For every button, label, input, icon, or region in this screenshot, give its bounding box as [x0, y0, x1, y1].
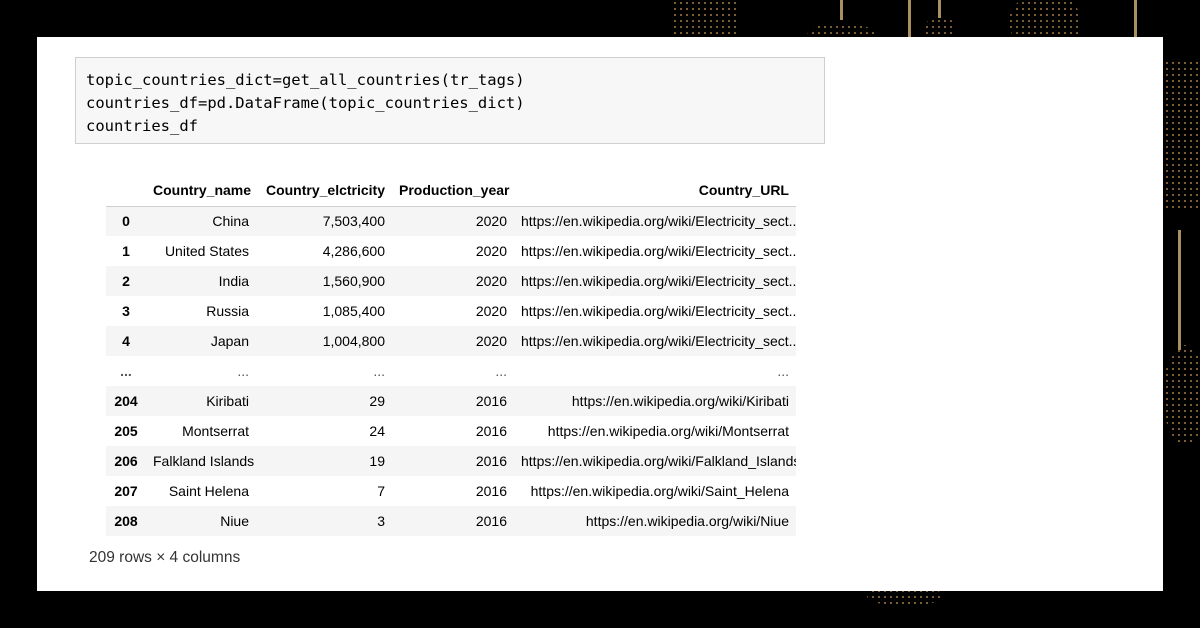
cell-country-electricity: 1,085,400	[322, 303, 385, 319]
cell-country-name: Saint Helena	[168, 483, 249, 499]
cell-production-year: 2016	[475, 483, 507, 499]
table-row: 204 Kiribati 29 2016 https://en.wikipedi…	[106, 386, 796, 416]
cell-country-electricity: 19	[369, 453, 385, 469]
cell-country-name: Niue	[220, 513, 249, 529]
cell-country-url: https://en.wikipedia.org/wiki/Falkland_I…	[521, 453, 796, 469]
cell-country-url: https://en.wikipedia.org/wiki/Kiribati	[571, 393, 789, 409]
cell-country-electricity: 7,503,400	[322, 213, 385, 230]
cell-country-electricity: ...	[373, 363, 385, 379]
cell-country-name: Montserrat	[182, 423, 249, 439]
cell-country-electricity: 29	[369, 393, 385, 409]
cell-production-year: 2020	[475, 243, 507, 259]
table-row: 208 Niue 3 2016 https://en.wikipedia.org…	[106, 506, 796, 536]
cell-production-year: 2020	[475, 303, 507, 319]
cell-country-electricity: 4,286,600	[322, 243, 385, 259]
cell-country-url: https://en.wikipedia.org/wiki/Montserrat	[547, 423, 789, 439]
table-row: 206 Falkland Islands 19 2016 https://en.…	[106, 446, 796, 476]
cell-country-electricity: 1,004,800	[322, 333, 385, 349]
cell-country-electricity: 3	[377, 513, 385, 529]
row-index: 205	[114, 423, 138, 439]
column-header-production-year: Production_year	[392, 174, 514, 207]
code-line: topic_countries_dict=get_all_countries(t…	[86, 71, 525, 89]
cell-country-name: Falkland Islands	[153, 453, 255, 469]
cell-production-year: 2016	[475, 453, 507, 469]
cell-production-year: 2016	[475, 423, 507, 439]
cell-country-electricity: 24	[369, 423, 385, 439]
column-header-country-electricity: Country_elctricity	[256, 174, 392, 207]
index-header	[106, 174, 146, 207]
cell-country-electricity: 7	[377, 483, 385, 499]
row-index: 4	[122, 333, 130, 349]
cell-country-name: Kiribati	[206, 393, 249, 409]
cell-country-name: China	[212, 213, 249, 230]
table-row: 205 Montserrat 24 2016 https://en.wikipe…	[106, 416, 796, 446]
row-index: 0	[122, 213, 130, 230]
table-row: 3 Russia 1,085,400 2020 https://en.wikip…	[106, 296, 796, 326]
cell-country-name: United States	[164, 243, 249, 259]
row-index: ...	[120, 363, 132, 379]
cell-country-url: https://en.wikipedia.org/wiki/Niue	[585, 513, 789, 529]
cell-production-year: 2016	[475, 393, 507, 409]
row-index: 207	[114, 483, 138, 499]
table-row: 207 Saint Helena 7 2016 https://en.wikip…	[106, 476, 796, 506]
cell-country-url: https://en.wikipedia.org/wiki/Electricit…	[521, 303, 796, 319]
table-header-row: Country_name Country_elctricity Producti…	[106, 174, 796, 207]
row-index: 1	[122, 243, 130, 259]
code-line: countries_df=pd.DataFrame(topic_countrie…	[86, 94, 525, 112]
row-index: 3	[122, 303, 130, 319]
cell-production-year: ...	[495, 363, 507, 379]
table-row: 0 China 7,503,400 2020 https://en.wikipe…	[106, 206, 796, 236]
cell-country-url: https://en.wikipedia.org/wiki/Electricit…	[521, 333, 796, 349]
cell-production-year: 2020	[475, 333, 507, 349]
column-header-country-url: Country_URL	[514, 174, 796, 207]
cell-country-name: Japan	[210, 333, 249, 349]
row-index: 208	[114, 513, 138, 529]
cell-country-name: Russia	[206, 303, 249, 319]
code-cell[interactable]: topic_countries_dict=get_all_countries(t…	[75, 57, 825, 144]
row-index: 204	[114, 393, 138, 409]
cell-country-url: https://en.wikipedia.org/wiki/Electricit…	[521, 273, 796, 289]
table-row: 2 India 1,560,900 2020 https://en.wikipe…	[106, 266, 796, 296]
notebook-panel: topic_countries_dict=get_all_countries(t…	[37, 37, 1163, 591]
cell-production-year: 2020	[475, 273, 507, 289]
row-index: 206	[114, 453, 138, 469]
cell-country-url: https://en.wikipedia.org/wiki/Electricit…	[521, 213, 796, 230]
row-index: 2	[122, 273, 130, 289]
cell-country-name: India	[218, 273, 249, 289]
code-line: countries_df	[86, 117, 198, 135]
cell-production-year: 2020	[475, 213, 507, 230]
cell-country-url: ...	[777, 363, 789, 379]
column-header-country-name: Country_name	[146, 174, 256, 207]
cell-production-year: 2016	[475, 513, 507, 529]
cell-country-name: ...	[237, 363, 249, 379]
cell-country-url: https://en.wikipedia.org/wiki/Electricit…	[521, 243, 796, 259]
table-row: 4 Japan 1,004,800 2020 https://en.wikipe…	[106, 326, 796, 356]
cell-country-url: https://en.wikipedia.org/wiki/Saint_Hele…	[530, 483, 789, 499]
table-row: 1 United States 4,286,600 2020 https://e…	[106, 236, 796, 266]
dataframe-output-table: Country_name Country_elctricity Producti…	[106, 174, 796, 536]
table-row-ellipsis: ... ... ... ... ...	[106, 356, 796, 386]
cell-country-electricity: 1,560,900	[322, 273, 385, 289]
dataframe-shape-summary: 209 rows × 4 columns	[89, 549, 241, 566]
